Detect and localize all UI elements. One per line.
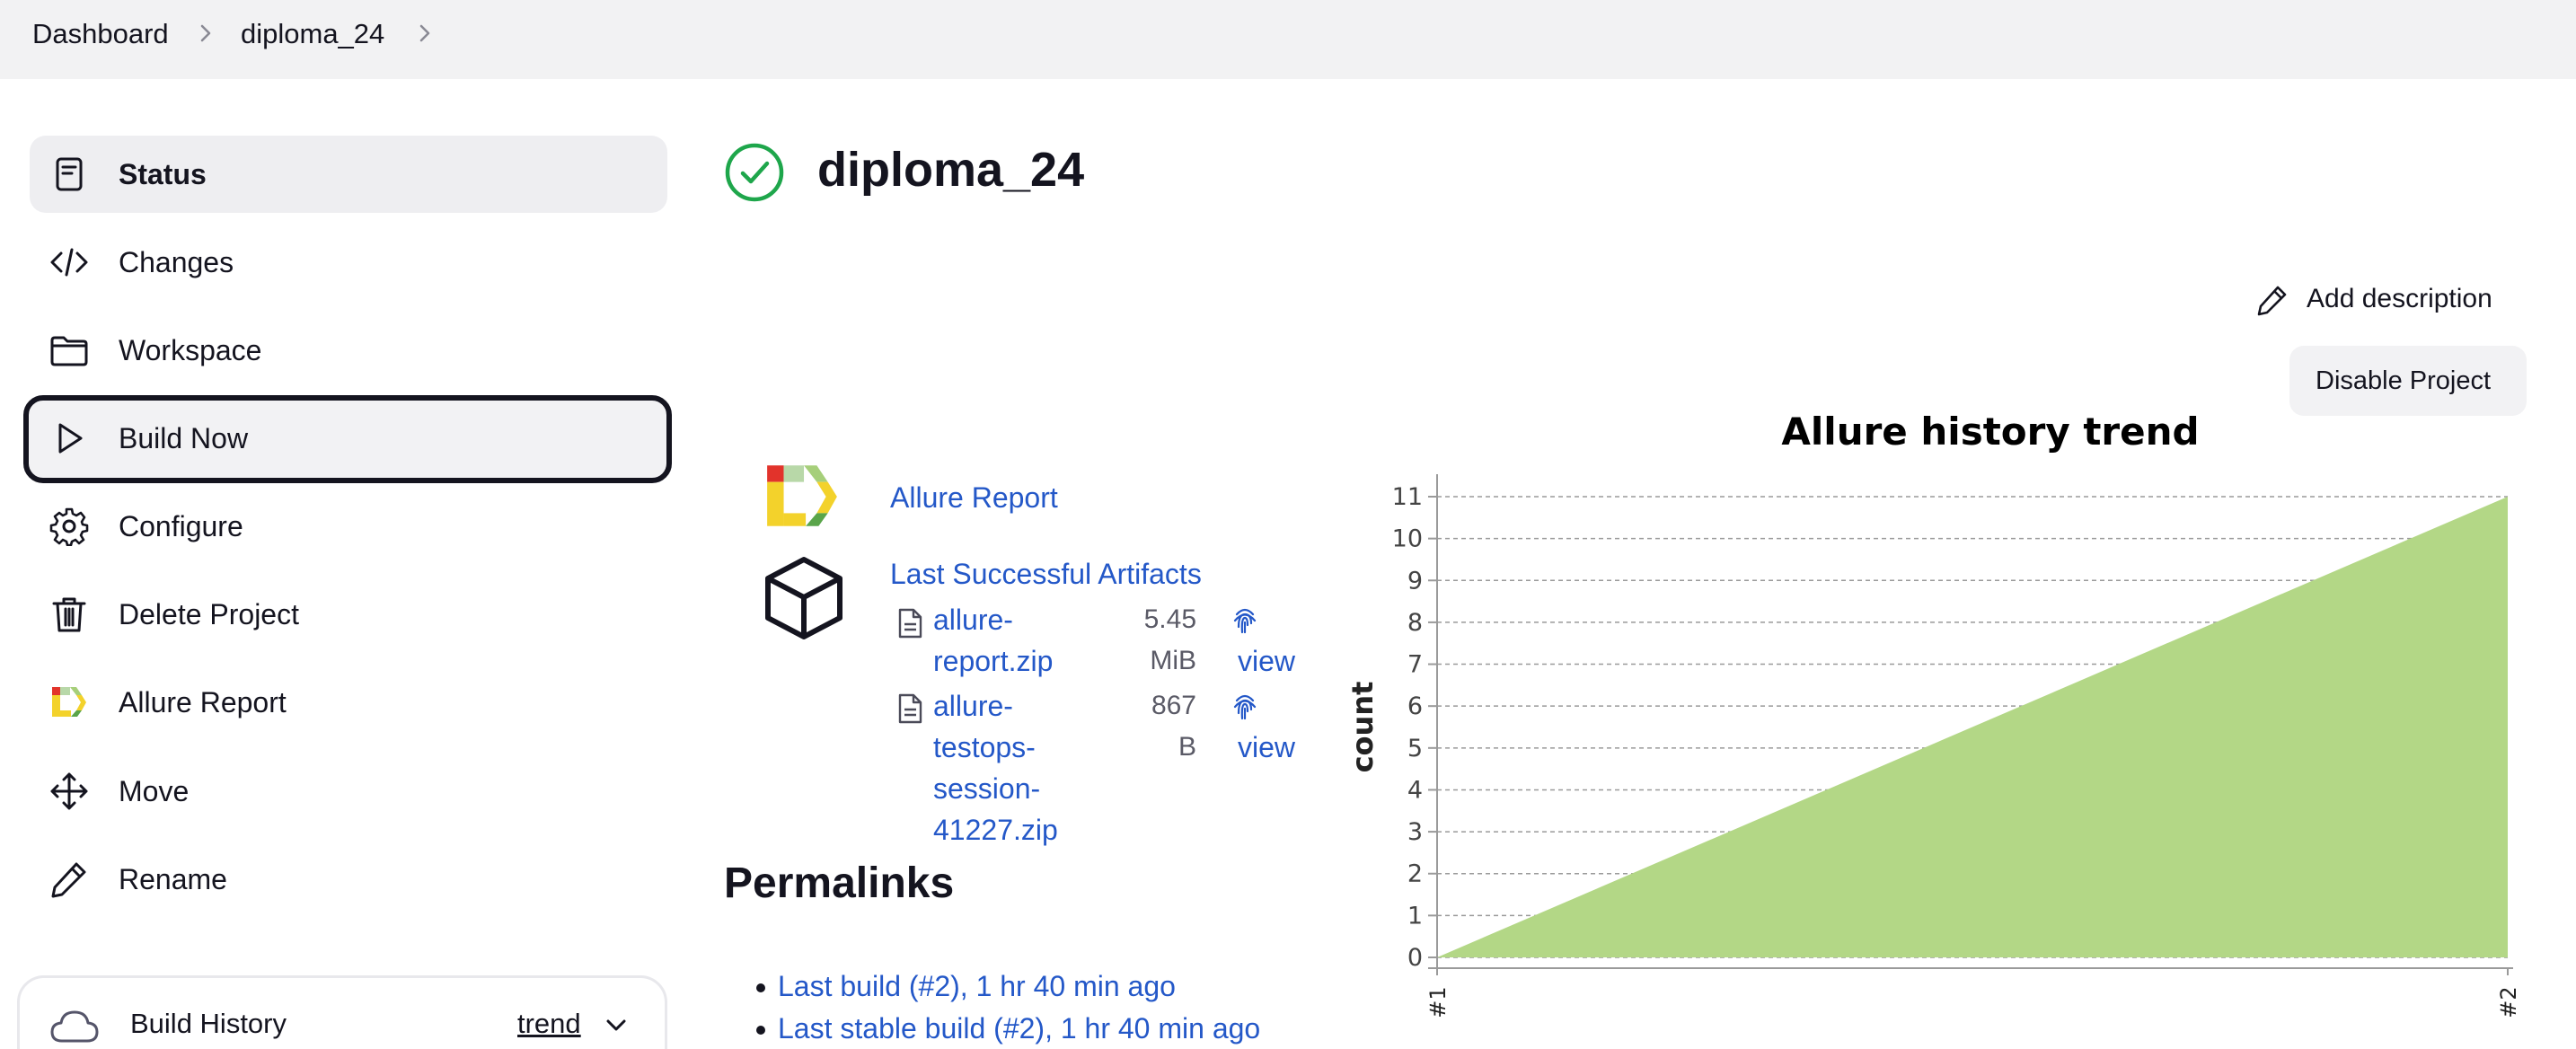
y-tick-label: 5 <box>1407 735 1423 763</box>
y-tick-label: 10 <box>1392 525 1423 553</box>
y-tick-label: 0 <box>1407 944 1423 972</box>
artifact-name-line: allure- <box>933 690 1013 722</box>
sidebar-item-configure[interactable]: Configure <box>30 488 667 565</box>
artifact-size: 5.45 MiB <box>1114 599 1196 682</box>
success-check-icon <box>725 143 784 202</box>
disable-project-button[interactable]: Disable Project <box>2289 346 2527 416</box>
pencil-icon <box>51 862 86 898</box>
build-history-panel: Build History trend <box>17 975 667 1049</box>
fingerprint-icon[interactable] <box>1231 605 1258 636</box>
allure-report-link[interactable]: Allure Report <box>890 481 1058 515</box>
x-tick-label: #2 <box>2496 986 2521 1018</box>
artifact-size-unit: B <box>1178 732 1196 762</box>
permalinks-heading: Permalinks <box>724 859 955 907</box>
artifact-name-line: report.zip <box>933 645 1054 677</box>
permalink-last-stable-build[interactable]: Last stable build (#2), 1 hr 40 min ago <box>755 1012 1260 1045</box>
breadcrumb-dashboard[interactable]: Dashboard <box>32 18 169 50</box>
y-tick-label: 4 <box>1407 776 1423 804</box>
sidebar-item-label: Rename <box>119 863 227 895</box>
sidebar-item-move[interactable]: Move <box>30 753 667 830</box>
sidebar-item-label: Move <box>119 775 190 807</box>
build-history-title: Build History <box>130 1008 287 1039</box>
cloud-icon <box>50 1010 99 1043</box>
artifact-size-value: 5.45 <box>1143 604 1196 634</box>
code-icon <box>50 248 88 277</box>
page-title: diploma_24 <box>817 143 1085 197</box>
move-icon <box>50 772 88 810</box>
disable-project-label: Disable Project <box>2316 366 2492 395</box>
play-icon <box>58 423 83 454</box>
fingerprint-icon[interactable] <box>1231 692 1258 722</box>
artifact-view-link[interactable]: view <box>1238 645 1295 678</box>
chevron-right-icon <box>200 24 211 42</box>
sidebar-item-changes[interactable]: Changes <box>30 224 667 301</box>
sidebar-item-delete-project[interactable]: Delete Project <box>30 576 667 653</box>
trash-icon <box>52 597 86 632</box>
artifact-name-line: allure- <box>933 604 1013 636</box>
allure-history-trend-chart[interactable]: Allure history trend 0 1 2 3 4 5 6 7 8 9 10 11 #1 #2 co… <box>1329 413 2533 1024</box>
sidebar-item-label: Changes <box>119 246 234 278</box>
y-tick-label: 2 <box>1407 860 1423 888</box>
sidebar-item-rename[interactable]: Rename <box>30 841 667 918</box>
file-icon <box>898 693 922 724</box>
area-series <box>1437 497 2508 957</box>
artifact-size-unit: MiB <box>1150 646 1196 675</box>
y-tick-label: 8 <box>1407 609 1423 637</box>
y-tick-label: 6 <box>1407 692 1423 720</box>
package-icon <box>765 557 842 639</box>
x-tick-label: #1 <box>1425 986 1451 1018</box>
y-tick-label: 11 <box>1392 483 1423 511</box>
sidebar-item-label: Build Now <box>119 422 249 454</box>
pencil-icon <box>2257 286 2287 316</box>
artifact-view-link[interactable]: view <box>1238 731 1295 764</box>
chevron-down-icon[interactable] <box>604 1016 628 1036</box>
artifact-name-line: session- <box>933 772 1041 805</box>
allure-logo-icon <box>767 465 837 526</box>
sidebar-item-label: Configure <box>119 510 243 542</box>
file-icon <box>898 608 922 639</box>
artifact-link-allure-report-zip[interactable]: allure- report.zip <box>933 599 1053 682</box>
sidebar-item-allure-report[interactable]: Allure Report <box>30 664 667 741</box>
sidebar-item-label: Allure Report <box>119 686 287 718</box>
artifact-name-line: 41227.zip <box>933 814 1058 846</box>
last-successful-artifacts-link[interactable]: Last Successful Artifacts <box>890 558 1202 591</box>
y-tick-label: 7 <box>1407 651 1423 679</box>
y-tick-label: 3 <box>1407 818 1423 846</box>
gear-icon <box>49 507 89 546</box>
chart-title: Allure history trend <box>1781 413 2199 454</box>
y-tick-label: 9 <box>1407 567 1423 595</box>
artifact-size: 867 B <box>1114 685 1196 768</box>
breadcrumb-project[interactable]: diploma_24 <box>241 18 384 50</box>
breadcrumb: Dashboard diploma_24 <box>0 0 2576 79</box>
sidebar-item-workspace[interactable]: Workspace <box>30 312 667 389</box>
folder-icon <box>50 336 88 366</box>
sidebar-item-label: Workspace <box>119 334 262 366</box>
artifact-name-line: testops- <box>933 731 1036 763</box>
chevron-right-icon[interactable] <box>413 22 437 45</box>
permalink-last-build[interactable]: Last build (#2), 1 hr 40 min ago <box>756 970 1176 1003</box>
sidebar-item-build-now[interactable]: Build Now <box>23 395 672 483</box>
sidebar-item-label: Delete Project <box>119 598 299 630</box>
status-icon <box>56 157 83 191</box>
sidebar-item-label: Status <box>119 158 207 190</box>
sidebar-item-status[interactable]: Status <box>30 136 667 213</box>
y-tick-label: 1 <box>1407 902 1423 930</box>
artifact-size-value: 867 <box>1151 691 1196 720</box>
artifact-link-allure-testops-session-zip[interactable]: allure- testops- session- 41227.zip <box>933 685 1058 851</box>
trend-link[interactable]: trend <box>517 1008 581 1040</box>
add-description-label: Add description <box>2307 284 2492 313</box>
allure-icon <box>52 687 86 717</box>
y-axis-label: count <box>1345 682 1380 773</box>
